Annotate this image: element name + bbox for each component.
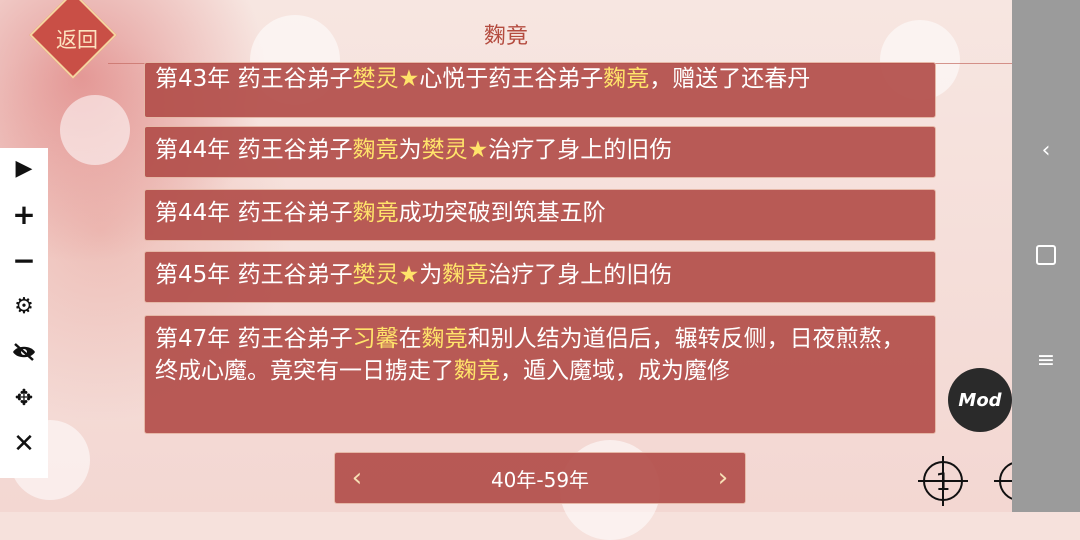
highlighted-text: ★: [398, 262, 420, 288]
event-text: ，遁入魔域，成为魔修: [500, 358, 730, 384]
highlighted-text: ★: [398, 66, 420, 92]
highlighted-text: 麴竟: [454, 358, 500, 384]
home-square-icon[interactable]: [1012, 235, 1080, 275]
event-row: 第44年 药王谷弟子麴竟为樊灵★治疗了身上的旧伤: [144, 126, 936, 178]
move-icon[interactable]: ✥: [0, 378, 48, 418]
event-row: 第45年 药王谷弟子樊灵★为麴竟治疗了身上的旧伤: [144, 251, 936, 303]
event-text: 成功突破到筑基五阶: [398, 200, 606, 226]
highlighted-text: ★: [467, 137, 489, 163]
event-text: 治疗了身上的旧伤: [488, 262, 673, 288]
close-icon[interactable]: ✕: [0, 424, 48, 464]
event-text: 心悦于药王谷弟子: [419, 66, 604, 92]
highlighted-text: 习馨: [352, 326, 399, 352]
plus-icon[interactable]: +: [0, 194, 48, 234]
highlighted-text: 樊灵: [421, 137, 468, 163]
event-text: 第44年 药王谷弟子: [155, 137, 353, 163]
highlighted-text: 麴竟: [442, 262, 489, 288]
page-range-bar[interactable]: ‹ 40年-59年 ›: [334, 452, 746, 504]
prev-page-arrow-icon[interactable]: ‹: [339, 461, 375, 495]
minus-icon[interactable]: −: [0, 240, 48, 280]
event-text: 第47年 药王谷弟子: [155, 326, 353, 352]
menu-icon[interactable]: ≡: [1012, 340, 1080, 380]
next-page-arrow-icon[interactable]: ›: [705, 461, 741, 495]
event-text: 为: [419, 262, 443, 288]
page-range-label: 40年-59年: [490, 467, 590, 492]
system-navigation-bar: ‹ ≡: [1012, 0, 1080, 512]
event-text: 为: [398, 137, 422, 163]
eye-off-icon[interactable]: [0, 332, 48, 372]
event-text: 治疗了身上的旧伤: [488, 137, 673, 163]
event-text: 第43年 药王谷弟子: [155, 66, 353, 92]
event-text: 第45年 药王谷弟子: [155, 262, 353, 288]
highlighted-text: 麴竟: [603, 66, 650, 92]
highlighted-text: 麴竟: [352, 200, 399, 226]
event-text: 在: [398, 326, 422, 352]
mod-button[interactable]: Mod: [948, 368, 1012, 432]
floating-toolbar: ▶ + − ⚙ ✥ ✕: [0, 148, 48, 478]
page-title: 麴竟: [483, 24, 528, 49]
highlighted-text: 樊灵: [352, 262, 399, 288]
event-row: 第43年 药王谷弟子樊灵★心悦于药王谷弟子麴竟，赠送了还春丹: [144, 62, 936, 118]
highlighted-text: 樊灵: [352, 66, 399, 92]
target-1-label: 1: [935, 468, 950, 496]
event-text: ，赠送了还春丹: [649, 66, 811, 92]
event-text: 第44年 药王谷弟子: [155, 200, 353, 226]
gear-icon[interactable]: ⚙: [0, 286, 48, 326]
event-row: 第47年 药王谷弟子习馨在麴竟和别人结为道侣后，辗转反侧，日夜煎熬，终成心魔。竟…: [144, 315, 936, 434]
highlighted-text: 麴竟: [421, 326, 468, 352]
target-1-icon[interactable]: 1: [918, 456, 968, 506]
play-icon[interactable]: ▶: [0, 148, 48, 188]
back-chevron-icon[interactable]: ‹: [1012, 130, 1080, 170]
event-row: 第44年 药王谷弟子麴竟成功突破到筑基五阶: [144, 189, 936, 241]
highlighted-text: 麴竟: [352, 137, 399, 163]
